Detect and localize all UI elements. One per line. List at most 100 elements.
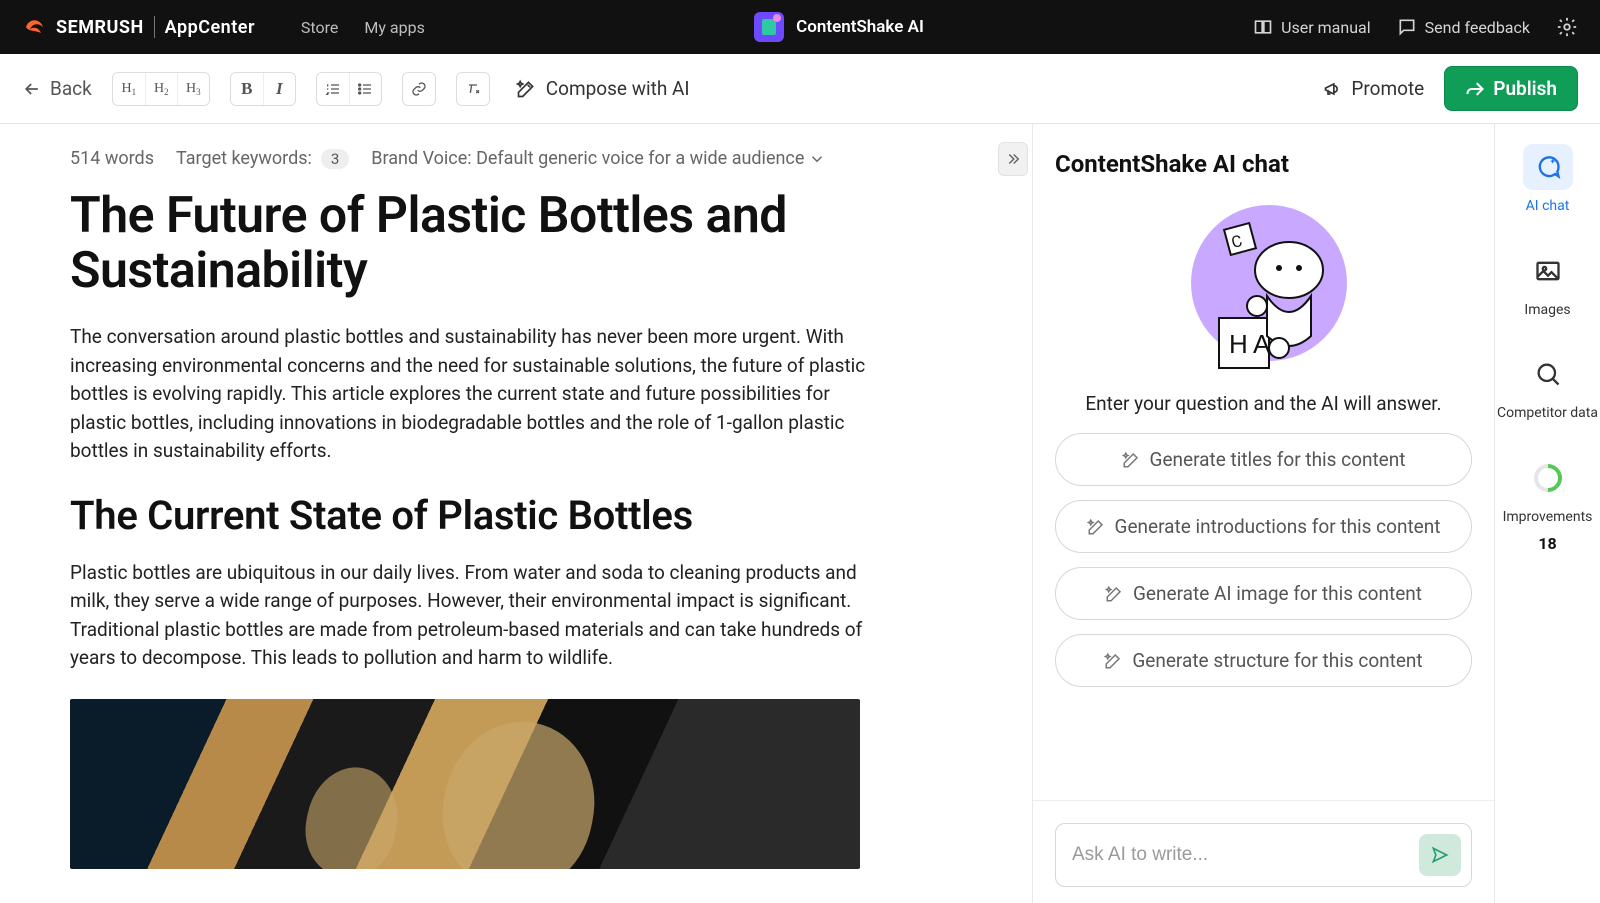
arrow-left-icon [22, 79, 42, 99]
ordered-list-button[interactable] [317, 73, 349, 105]
magic-wand-icon [1105, 585, 1123, 603]
rail-improvements-iconbox [1523, 455, 1573, 501]
feedback-icon [1397, 17, 1417, 37]
link-group [402, 72, 436, 106]
header-left: SEMRUSH AppCenter Store My apps [22, 15, 425, 39]
svg-text:H: H [1229, 329, 1248, 359]
header-right: User manual Send feedback [1253, 16, 1578, 38]
article-paragraph-1[interactable]: The conversation around plastic bottles … [70, 323, 870, 466]
magic-wand-icon [1104, 652, 1122, 670]
chat-title: ContentShake AI chat [1055, 150, 1472, 178]
nav-my-apps[interactable]: My apps [364, 18, 424, 37]
book-icon [1253, 17, 1273, 37]
user-manual-label: User manual [1281, 18, 1371, 37]
magic-wand-icon [516, 79, 536, 99]
send-feedback-link[interactable]: Send feedback [1397, 17, 1530, 37]
bold-button[interactable]: B [231, 73, 263, 105]
chat-send-button[interactable] [1419, 834, 1461, 876]
article-paragraph-2[interactable]: Plastic bottles are ubiquitous in our da… [70, 559, 870, 673]
rail-improvements[interactable]: Improvements 18 [1495, 455, 1600, 554]
article-meta-row: 514 words Target keywords: 3 Brand Voice… [70, 148, 992, 169]
rail-improvements-count: 18 [1538, 534, 1556, 553]
brand-main-text: SEMRUSH [56, 17, 144, 38]
send-feedback-label: Send feedback [1425, 18, 1530, 37]
promote-label: Promote [1351, 77, 1424, 100]
chevron-down-icon [808, 150, 826, 168]
heading-group: H1 H2 H3 [112, 72, 210, 106]
megaphone-icon [1323, 79, 1343, 99]
semrush-logo-icon [22, 15, 46, 39]
target-keywords[interactable]: Target keywords: 3 [176, 148, 349, 169]
send-icon [1430, 845, 1450, 865]
h2-button[interactable]: H2 [145, 73, 177, 105]
brand[interactable]: SEMRUSH AppCenter [22, 15, 255, 39]
publish-button[interactable]: Publish [1444, 66, 1578, 111]
h3-button[interactable]: H3 [177, 73, 209, 105]
progress-ring-icon [1528, 458, 1568, 498]
app-name: ContentShake AI [796, 17, 924, 37]
target-kw-label: Target keywords: [176, 148, 312, 169]
editor-column: 514 words Target keywords: 3 Brand Voice… [0, 124, 1033, 903]
user-manual-link[interactable]: User manual [1253, 17, 1371, 37]
rail-improvements-label: Improvements [1503, 509, 1593, 527]
suggestion-generate-intros[interactable]: Generate introductions for this content [1055, 500, 1472, 553]
top-nav: Store My apps [301, 18, 425, 37]
chat-input[interactable] [1072, 844, 1419, 866]
brand-voice-label: Brand Voice: Default generic voice for a… [371, 148, 804, 169]
rail-competitor-label: Competitor data [1497, 405, 1598, 423]
unordered-list-button[interactable] [349, 73, 381, 105]
article-heading-2[interactable]: The Current State of Plastic Bottles [70, 492, 992, 539]
main-area: 514 words Target keywords: 3 Brand Voice… [0, 124, 1600, 903]
suggestion-generate-structure[interactable]: Generate structure for this content [1055, 634, 1472, 687]
unordered-list-icon [357, 81, 373, 97]
chat-input-container [1055, 823, 1472, 887]
h1-button[interactable]: H1 [113, 73, 145, 105]
ai-chat-panel: ContentShake AI chat H A C Enter your qu… [1033, 124, 1495, 903]
rail-images[interactable]: Images [1495, 248, 1600, 320]
chat-bubble-icon [1534, 153, 1562, 181]
robot-icon: H A C [1179, 198, 1349, 378]
brand-sub-text: AppCenter [165, 17, 255, 38]
target-kw-count: 3 [321, 149, 349, 169]
back-label: Back [50, 77, 92, 100]
suggestion-label: Generate structure for this content [1132, 649, 1422, 672]
chat-illustration: H A C [1055, 198, 1472, 378]
article-title[interactable]: The Future of Plastic Bottles and Sustai… [70, 189, 860, 299]
clear-format-icon [465, 81, 481, 97]
header-center: ContentShake AI [754, 12, 924, 42]
rail-competitor-iconbox [1523, 351, 1573, 397]
search-icon [1534, 360, 1562, 388]
suggestion-label: Generate titles for this content [1150, 448, 1406, 471]
format-group: B I [230, 72, 296, 106]
italic-button[interactable]: I [263, 73, 295, 105]
clear-format-button[interactable] [457, 73, 489, 105]
link-icon [411, 81, 427, 97]
suggestion-generate-titles[interactable]: Generate titles for this content [1055, 433, 1472, 486]
back-button[interactable]: Back [22, 77, 92, 100]
compose-with-ai-button[interactable]: Compose with AI [516, 77, 690, 100]
magic-wand-icon [1087, 518, 1105, 536]
promote-button[interactable]: Promote [1323, 77, 1424, 100]
nav-store[interactable]: Store [301, 18, 338, 37]
suggestion-label: Generate AI image for this content [1133, 582, 1422, 605]
right-rail: AI chat Images Competitor data Improveme… [1495, 124, 1600, 903]
word-count: 514 words [70, 148, 154, 169]
rail-ai-chat-label: AI chat [1526, 198, 1570, 216]
rail-competitor-data[interactable]: Competitor data [1495, 351, 1600, 423]
link-button[interactable] [403, 73, 435, 105]
app-icon [754, 12, 784, 42]
rail-ai-chat-iconbox [1523, 144, 1573, 190]
brand-voice-dropdown[interactable]: Brand Voice: Default generic voice for a… [371, 148, 826, 169]
article-image[interactable] [70, 699, 860, 869]
brand-divider [154, 16, 155, 38]
image-icon [1534, 257, 1562, 285]
suggestion-generate-image[interactable]: Generate AI image for this content [1055, 567, 1472, 620]
collapse-chat-button[interactable] [998, 142, 1028, 176]
rail-ai-chat[interactable]: AI chat [1495, 144, 1600, 216]
chevron-double-right-icon [1004, 150, 1022, 168]
editor-toolbar: Back H1 H2 H3 B I Compose with AI Promot [0, 54, 1600, 124]
magic-wand-icon [1122, 451, 1140, 469]
clear-group [456, 72, 490, 106]
settings-gear-icon[interactable] [1556, 16, 1578, 38]
compose-label: Compose with AI [546, 77, 690, 100]
